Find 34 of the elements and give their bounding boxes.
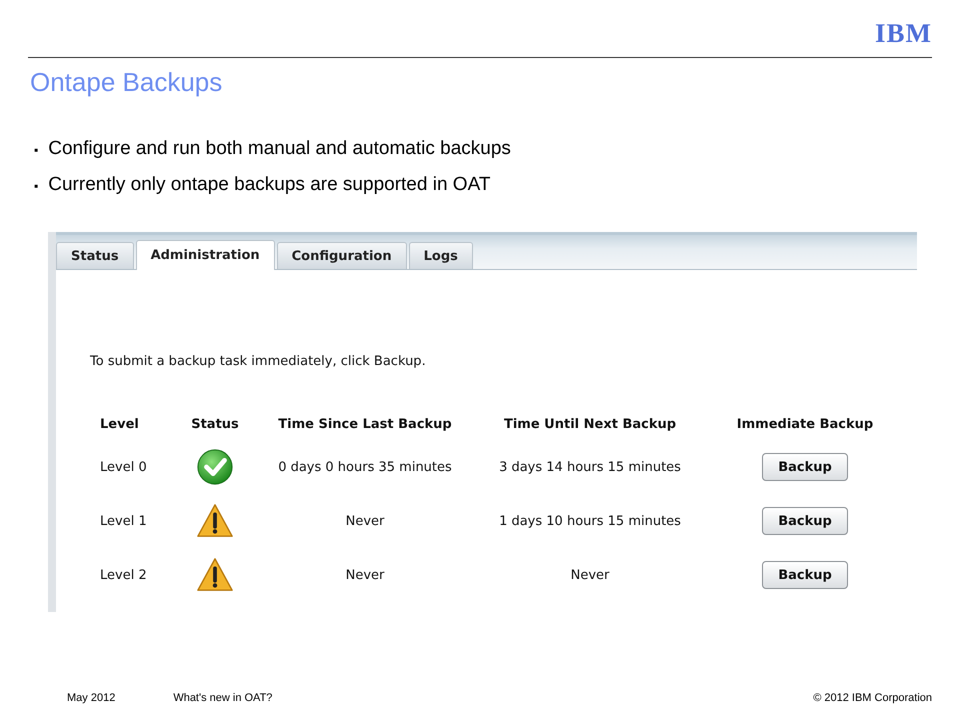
logo-text: IBM <box>875 18 932 50</box>
table-cell-text: Never <box>570 566 610 584</box>
table-cell-text: Never <box>344 566 386 584</box>
table-cell-text: Never <box>344 512 386 530</box>
footer-date: May 2012 <box>67 692 116 704</box>
column-header: Time Until Next Backup <box>502 417 678 434</box>
backup-button[interactable]: Backup <box>762 561 848 589</box>
column-header: Status <box>190 417 240 434</box>
tab[interactable]: Administration <box>136 240 275 270</box>
backup-button[interactable]: Backup <box>762 453 848 481</box>
table-cell-text: 1 days 10 hours 15 minutes <box>498 512 682 530</box>
bullet-marker: ▪ <box>34 179 38 193</box>
bullet-marker: ▪ <box>34 143 38 157</box>
slide-title: Ontape Backups <box>30 66 224 98</box>
backup-button[interactable]: Backup <box>762 507 848 535</box>
bullet-text: Currently only ontape backups are supported in OAT <box>48 174 490 196</box>
instruction-text: To submit a backup task immediately, click Backup. <box>90 354 427 369</box>
table-cell-text: 3 days 14 hours 15 minutes <box>498 458 682 476</box>
table-cell-text: Level 1 <box>99 512 148 530</box>
warning-icon <box>196 556 234 594</box>
column-header: Level <box>99 417 140 434</box>
footer-copyright: © 2012 IBM Corporation <box>813 692 932 704</box>
tab[interactable]: Logs <box>408 242 473 269</box>
tab[interactable]: Status <box>56 242 134 269</box>
warning-icon <box>196 502 234 540</box>
table-cell-text: Level 0 <box>99 458 148 476</box>
tab[interactable]: Configuration <box>276 242 407 269</box>
table-cell-text: 0 days 0 hours 35 minutes <box>277 458 453 476</box>
table-cell-text: Level 2 <box>99 566 148 584</box>
column-header: Time Since Last Backup <box>277 417 453 434</box>
check-icon <box>196 448 234 486</box>
bullet-text: Configure and run both manual and automatic backups <box>48 138 511 160</box>
column-header: Immediate Backup <box>736 417 874 434</box>
footer-subject: What's new in OAT? <box>173 692 272 704</box>
